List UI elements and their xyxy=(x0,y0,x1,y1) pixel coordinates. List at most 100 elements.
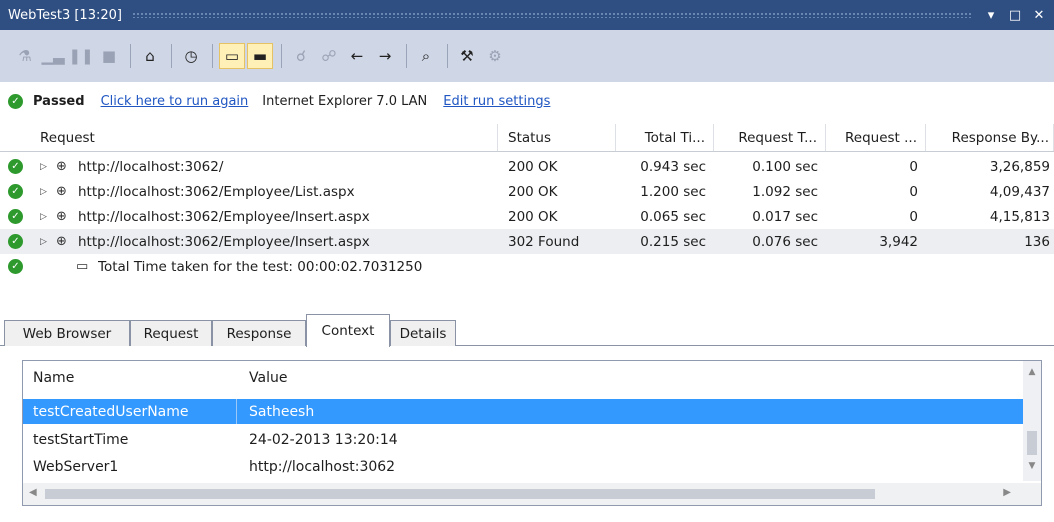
tab-context[interactable]: Context xyxy=(306,314,390,347)
request-bytes: 0 xyxy=(909,208,918,225)
total-time: 0.943 sec xyxy=(640,158,706,175)
passed-check-icon: ✓ xyxy=(8,259,23,274)
web-request-icon: ⊕ xyxy=(56,184,67,199)
comment-icon: ▭ xyxy=(76,259,89,274)
passed-check-icon: ✓ xyxy=(8,159,23,174)
add-validation-icon[interactable]: ☌ xyxy=(288,43,314,69)
response-bytes: 4,09,437 xyxy=(989,183,1050,200)
toolbar-separator xyxy=(447,44,448,68)
pause-icon[interactable]: ❚❚ xyxy=(68,43,94,69)
vertical-scroll-thumb[interactable] xyxy=(1027,431,1037,455)
tab-details[interactable]: Details xyxy=(390,320,456,346)
column-header-response-bytes[interactable]: Response By... xyxy=(926,124,1054,151)
context-grid: Name Value testCreatedUserName Satheesh … xyxy=(22,360,1042,506)
tab-request[interactable]: Request xyxy=(130,320,212,346)
column-header-request-time[interactable]: Request T... xyxy=(714,124,826,151)
request-time: 0.017 sec xyxy=(752,208,818,225)
result-label: Passed xyxy=(33,93,85,109)
passed-check-icon: ✓ xyxy=(8,184,23,199)
request-bytes: 0 xyxy=(909,158,918,175)
table-row[interactable]: ✓ ▷ ⊕ http://localhost:3062/Employee/Ins… xyxy=(0,204,1054,229)
request-bytes: 3,942 xyxy=(879,233,918,250)
add-extraction-icon[interactable]: ☍ xyxy=(316,43,342,69)
request-status: 200 OK xyxy=(508,183,558,200)
context-row[interactable]: WebServer1 http://localhost:3062 xyxy=(23,454,1023,479)
run-again-link[interactable]: Click here to run again xyxy=(101,94,249,109)
toolbar-separator xyxy=(171,44,172,68)
back-arrow-icon[interactable]: ← xyxy=(344,43,370,69)
request-status: 200 OK xyxy=(508,208,558,225)
column-header-total-time[interactable]: Total Ti... xyxy=(616,124,714,151)
context-value: Satheesh xyxy=(249,403,315,420)
response-bytes: 136 xyxy=(1024,233,1050,250)
toolbar-separator xyxy=(130,44,131,68)
web-test-recorder-icon[interactable]: ⚒ xyxy=(454,43,480,69)
find-icon[interactable]: ⌕ xyxy=(413,43,439,69)
request-grid: Request Status Total Ti... Request T... … xyxy=(0,120,1054,300)
webtest-result-window: WebTest3 [13:20] ▾ □ ✕ ⚗ ▁▃ ❚❚ ■ ⌂ ◷ ▭ ▬… xyxy=(0,0,1054,522)
context-row[interactable]: testStartTime 24-02-2013 13:20:14 xyxy=(23,427,1023,452)
clock-icon[interactable]: ◷ xyxy=(178,43,204,69)
horizontal-scrollbar[interactable]: ◀ ▶ xyxy=(23,483,1041,505)
window-title: WebTest3 [13:20] xyxy=(8,7,122,23)
show-details-pane-icon[interactable]: ▭ xyxy=(219,43,245,69)
title-grip xyxy=(131,12,972,18)
context-name: testCreatedUserName xyxy=(23,399,237,424)
table-row-selected[interactable]: ✓ ▷ ⊕ http://localhost:3062/Employee/Ins… xyxy=(0,229,1054,254)
edit-run-settings-link[interactable]: Edit run settings xyxy=(443,94,550,109)
context-name: testStartTime xyxy=(33,431,129,448)
context-name: WebServer1 xyxy=(33,458,119,475)
column-header-request-bytes[interactable]: Request ... xyxy=(826,124,926,151)
summary-row[interactable]: ✓ ▭ Total Time taken for the test: 00:00… xyxy=(0,254,1054,279)
total-time: 1.200 sec xyxy=(640,183,706,200)
scroll-right-icon[interactable]: ▶ xyxy=(1003,487,1011,498)
table-row[interactable]: ✓ ▷ ⊕ http://localhost:3062/Employee/Lis… xyxy=(0,179,1054,204)
performance-session-icon[interactable]: ⌂ xyxy=(137,43,163,69)
column-header-name[interactable]: Name xyxy=(33,361,74,395)
context-value: http://localhost:3062 xyxy=(249,458,396,475)
context-value: 24-02-2013 13:20:14 xyxy=(249,431,398,448)
request-url: http://localhost:3062/Employee/Insert.as… xyxy=(78,233,370,250)
scroll-down-icon[interactable]: ▼ xyxy=(1023,461,1041,471)
scroll-up-icon[interactable]: ▲ xyxy=(1023,367,1041,377)
scroll-left-icon[interactable]: ◀ xyxy=(29,487,37,498)
request-time: 1.092 sec xyxy=(752,183,818,200)
column-header-value[interactable]: Value xyxy=(249,361,287,395)
grid-header: Request Status Total Ti... Request T... … xyxy=(0,124,1054,152)
expand-arrow-icon[interactable]: ▷ xyxy=(40,237,47,247)
generate-code-icon[interactable]: ⚙ xyxy=(482,43,508,69)
tab-response[interactable]: Response xyxy=(212,320,306,346)
column-header-status[interactable]: Status xyxy=(498,124,616,151)
show-grid-pane-icon[interactable]: ▬ xyxy=(247,43,273,69)
web-request-icon: ⊕ xyxy=(56,234,67,249)
web-request-icon: ⊕ xyxy=(56,159,67,174)
vertical-scrollbar[interactable]: ▲ ▼ xyxy=(1023,361,1041,481)
expand-arrow-icon[interactable]: ▷ xyxy=(40,212,47,222)
request-url: http://localhost:3062/Employee/List.aspx xyxy=(78,183,355,200)
expand-arrow-icon[interactable]: ▷ xyxy=(40,187,47,197)
request-time: 0.076 sec xyxy=(752,233,818,250)
horizontal-scroll-thumb[interactable] xyxy=(45,489,875,499)
context-header: Name Value xyxy=(23,361,1023,395)
response-bytes: 3,26,859 xyxy=(989,158,1050,175)
passed-check-icon: ✓ xyxy=(8,93,23,109)
table-row[interactable]: ✓ ▷ ⊕ http://localhost:3062/ 200 OK 0.94… xyxy=(0,154,1054,179)
maximize-icon[interactable]: □ xyxy=(1006,6,1024,24)
forward-arrow-icon[interactable]: → xyxy=(372,43,398,69)
context-row-selected[interactable]: testCreatedUserName Satheesh xyxy=(23,399,1023,424)
window-menu-dropdown-icon[interactable]: ▾ xyxy=(982,6,1000,24)
toolbar-separator xyxy=(281,44,282,68)
run-test-icon[interactable]: ⚗ xyxy=(12,43,38,69)
close-icon[interactable]: ✕ xyxy=(1030,6,1048,24)
passed-check-icon: ✓ xyxy=(8,234,23,249)
tab-web-browser[interactable]: Web Browser xyxy=(4,320,130,346)
step-icon[interactable]: ▁▃ xyxy=(40,43,66,69)
total-time: 0.215 sec xyxy=(640,233,706,250)
request-url: http://localhost:3062/ xyxy=(78,158,224,175)
expand-arrow-icon[interactable]: ▷ xyxy=(40,162,47,172)
environment-label: Internet Explorer 7.0 LAN xyxy=(262,93,428,109)
column-header-request[interactable]: Request xyxy=(0,124,498,151)
stop-icon[interactable]: ■ xyxy=(96,43,122,69)
request-status: 200 OK xyxy=(508,158,558,175)
request-url: http://localhost:3062/Employee/Insert.as… xyxy=(78,208,370,225)
